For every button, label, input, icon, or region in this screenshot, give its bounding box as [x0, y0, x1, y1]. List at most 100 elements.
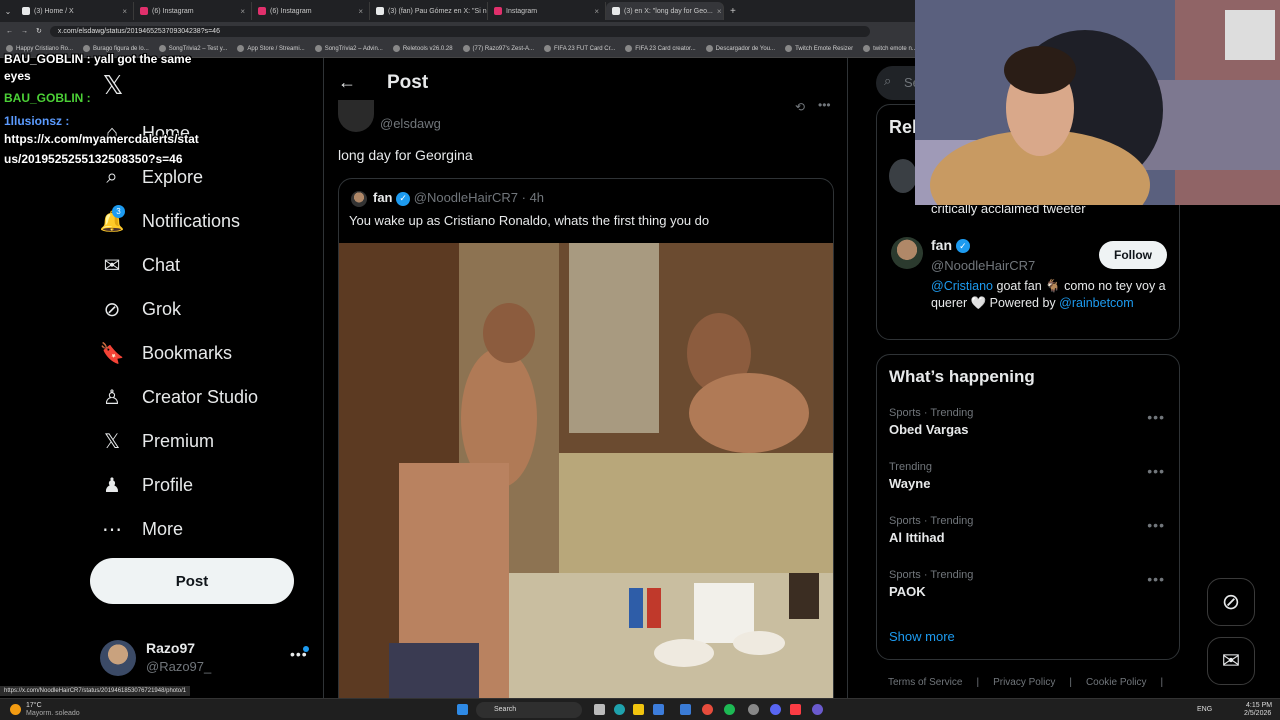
tab-close-icon[interactable]: × [240, 7, 245, 16]
back-button[interactable]: ← [338, 72, 356, 93]
browser-tab[interactable]: (3) (fan) Pau Gómez en X: "Si ne...× [370, 2, 488, 20]
bookmark-item[interactable]: twitch emote n... [863, 45, 915, 52]
tab-close-icon[interactable]: × [594, 7, 599, 16]
nav-item-more[interactable]: ⋯ More [100, 517, 183, 541]
bookmark-item[interactable]: SongTrivia2 – Test y... [158, 45, 228, 52]
footer-link[interactable]: Terms of Service [888, 677, 962, 688]
tab-search-icon[interactable]: ⌄ [0, 7, 16, 16]
post-text: long day for Georgina [338, 147, 473, 163]
file-explorer-icon[interactable] [633, 704, 644, 715]
bookmark-label: SongTrivia2 – Test y... [168, 45, 228, 52]
post-button[interactable]: Post [90, 558, 294, 604]
nav-item-profile[interactable]: ♟ Profile [100, 473, 193, 497]
grok-icon: ⊘ [103, 298, 121, 321]
mail-app-icon[interactable] [680, 704, 691, 715]
show-more-link[interactable]: Show more [889, 629, 955, 644]
tab-title: (6) Instagram [152, 7, 194, 15]
bookmark-item[interactable]: Reletools v26.0.28 [392, 45, 453, 52]
chat-message: BAU_GOBLIN : [4, 91, 91, 105]
trend-item[interactable]: Trending Wayne ••• [889, 461, 1179, 507]
nav-item-notifications[interactable]: 🔔 3 Notifications [100, 205, 240, 233]
notification-dot [303, 646, 309, 652]
url-field[interactable]: x.com/elsdawg/status/2019465253709304238… [49, 25, 870, 37]
app-icon[interactable] [748, 704, 759, 715]
nav-item-grok[interactable]: ⊘ Grok [100, 297, 181, 321]
bookmark-item[interactable]: FIFA 23 Card creator... [625, 45, 696, 52]
nav-label: Premium [142, 430, 215, 451]
taskbar-search[interactable]: Search [476, 702, 582, 718]
bookmark-item[interactable]: FIFA 23 FUT Card Cr... [544, 45, 615, 52]
browser-tab[interactable]: (6) Instagram × [134, 2, 252, 20]
music-app-icon[interactable] [790, 704, 801, 715]
trend-item[interactable]: Sports · Trending Al Ittihad ••• [889, 515, 1179, 561]
bookmark-item[interactable]: (77) Razo97's Zest-A... [462, 45, 534, 52]
grok-fab[interactable]: ⊘ [1207, 578, 1255, 626]
x-logo-icon[interactable]: 𝕏 [100, 70, 126, 100]
start-icon[interactable] [457, 704, 468, 715]
tab-close-icon[interactable]: × [717, 7, 722, 16]
user-avatar[interactable] [891, 237, 923, 269]
trend-item[interactable]: Sports · Trending Obed Vargas ••• [889, 407, 1179, 453]
trend-more-icon[interactable]: ••• [1147, 571, 1165, 587]
quote-photo[interactable] [339, 243, 833, 717]
tab-close-icon[interactable]: × [122, 7, 127, 16]
user-name[interactable]: fan [931, 237, 952, 253]
browser-tab[interactable]: (3) Home / X × [16, 2, 134, 20]
more-icon: ⋯ [102, 518, 122, 541]
bookmark-favicon-icon [462, 45, 470, 52]
bio-link[interactable]: @rainbetcom [1059, 296, 1134, 310]
trend-more-icon[interactable]: ••• [1147, 517, 1165, 533]
trend-more-icon[interactable]: ••• [1147, 463, 1165, 479]
trend-more-icon[interactable]: ••• [1147, 409, 1165, 425]
prev-user-avatar [889, 159, 917, 193]
nav-item-explore[interactable]: ⌕ Explore [100, 165, 203, 189]
nav-item-creator-studio[interactable]: ♙ Creator Studio [100, 385, 258, 409]
grok-icon[interactable]: ⟲ [795, 100, 805, 114]
browser-tab[interactable]: (6) Instagram × [252, 2, 370, 20]
author-handle[interactable]: @elsdawg [380, 116, 441, 131]
trend-item[interactable]: Sports · Trending PAOK ••• [889, 569, 1179, 615]
quoted-post[interactable]: fan ✓ @NoodleHairCR7 · 4h You wake up as… [338, 178, 834, 718]
footer-link[interactable]: Privacy Policy [993, 677, 1055, 688]
bookmark-item[interactable]: App Store / Streami... [237, 45, 305, 52]
nav-item-chat[interactable]: ✉ Chat [100, 253, 180, 277]
store-icon[interactable] [653, 704, 664, 715]
spotify-icon[interactable] [724, 704, 735, 715]
avatar [100, 640, 136, 676]
bio-mention-link[interactable]: @Cristiano [931, 279, 993, 293]
forward-icon[interactable]: → [21, 28, 28, 35]
nav-item-bookmarks[interactable]: 🔖 Bookmarks [100, 341, 232, 365]
messages-fab[interactable]: ✉ [1207, 637, 1255, 685]
bookmark-item[interactable]: Burago figura de lo... [83, 45, 149, 52]
follow-button[interactable]: Follow [1099, 241, 1167, 269]
system-tray-lang[interactable]: ENG [1197, 706, 1212, 713]
tab-favicon-icon [258, 7, 266, 15]
new-tab-button[interactable]: + [730, 6, 736, 17]
trend-category: Sports · Trending [889, 515, 974, 527]
bookmark-label: App Store / Streami... [247, 45, 305, 52]
tab-title: (3) Home / X [34, 7, 74, 15]
back-icon[interactable]: ← [6, 28, 13, 35]
post-more-icon[interactable]: ••• [818, 98, 831, 112]
browser-tab[interactable]: Instagram × [488, 2, 606, 20]
bookmark-label: Burago figura de lo... [93, 45, 149, 52]
reload-icon[interactable]: ↻ [36, 27, 42, 35]
bookmark-item[interactable]: Descargador de You... [705, 45, 775, 52]
bookmark-item[interactable]: SongTrivia2 – Advin... [314, 45, 383, 52]
clock-date[interactable]: 2/5/2026 [1244, 710, 1271, 717]
other-app-icon[interactable] [812, 704, 823, 715]
chrome-icon[interactable] [702, 704, 713, 715]
mail-icon: ✉ [103, 254, 121, 277]
edge-icon[interactable] [614, 704, 625, 715]
bookmark-item[interactable]: Happy Cristiano Ro... [6, 45, 73, 52]
account-switcher[interactable]: Razo97 @Razo97_ ••• [100, 638, 314, 678]
nav-item-premium[interactable]: 𝕏 Premium [100, 429, 214, 453]
clock-time[interactable]: 4:15 PM [1246, 702, 1272, 709]
browser-tab[interactable]: (3) en X: "long day for Geo... × [606, 2, 724, 20]
discord-icon[interactable] [770, 704, 781, 715]
tab-close-icon[interactable]: × [358, 7, 363, 16]
bookmark-item[interactable]: Twitch Emote Resizer [785, 45, 853, 52]
task-view-icon[interactable] [594, 704, 605, 715]
chat-message: https://x.com/myamercdalerts/stat [4, 132, 199, 146]
footer-link[interactable]: Cookie Policy [1086, 677, 1147, 688]
